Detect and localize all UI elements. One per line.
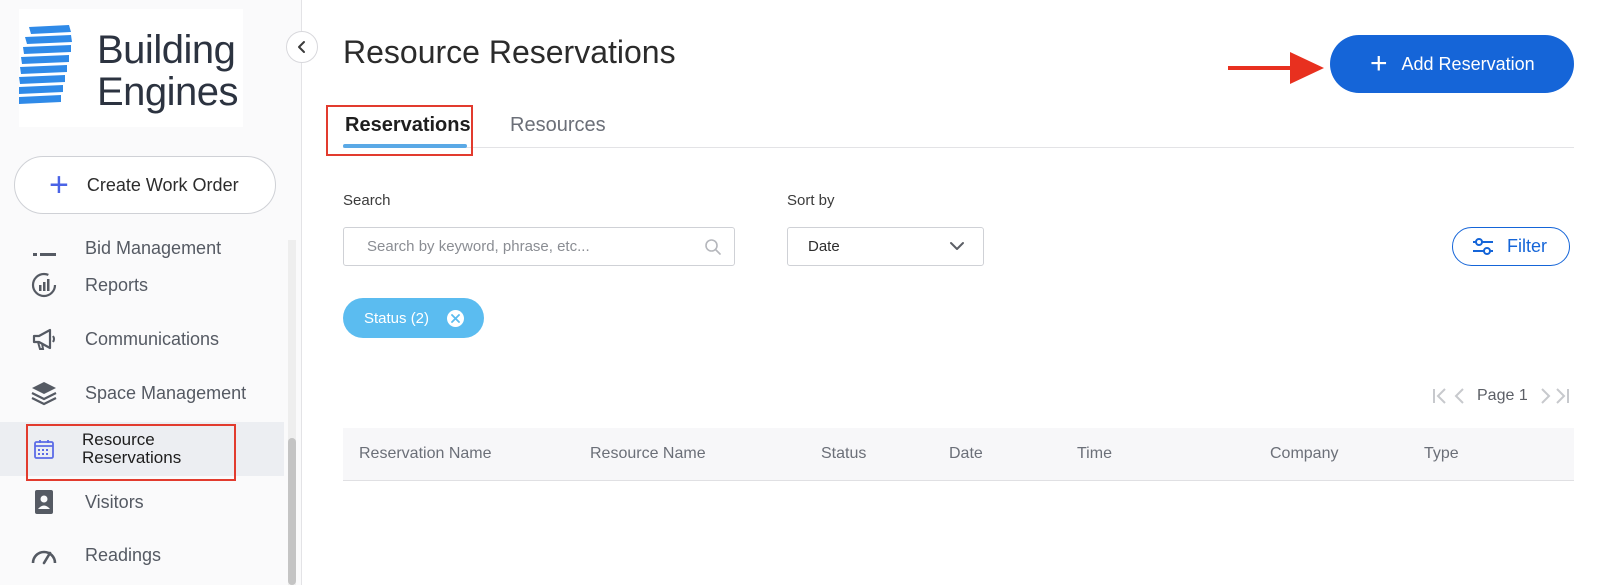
first-page-icon[interactable] [1431,387,1451,405]
scrollbar-thumb[interactable] [288,438,296,585]
sidebar-item-label: Readings [85,544,162,565]
tabs: Reservations Resources [343,100,1574,148]
chart-icon [30,271,58,299]
sidebar-item-communications[interactable]: Communications [0,313,284,365]
sidebar-item-label: Communications [85,328,220,349]
filter-label: Filter [1507,236,1547,256]
building-logo-icon [19,25,72,104]
page-indicator: Page 1 [1477,387,1528,404]
prev-page-icon[interactable] [1453,387,1467,405]
megaphone-icon [30,325,58,353]
layers-icon [30,379,58,407]
sidebar: Building Engines + Create Work Order Bid… [0,0,318,585]
plus-icon: + [1370,47,1388,80]
gauge-icon [30,541,58,569]
logo-text: Building Engines [97,28,239,114]
sidebar-item-visitors[interactable]: Visitors [0,476,284,528]
chip-label: Status (2) [364,309,430,327]
annotation-arrow-icon [1228,52,1324,84]
close-icon[interactable] [447,310,464,327]
search-icon[interactable] [704,238,722,256]
sidebar-item-reports[interactable]: Reports [0,259,284,311]
sidebar-scrollbar[interactable] [288,240,296,585]
add-reservation-label: Add Reservation [1401,53,1535,74]
column-header-date[interactable]: Date [949,445,983,463]
plus-icon: + [49,166,69,204]
building-engines-logo[interactable]: Building Engines [19,9,243,127]
column-header-time[interactable]: Time [1077,445,1112,463]
next-page-icon[interactable] [1538,387,1552,405]
sidebar-item-space-management[interactable]: Space Management [0,367,284,419]
sort-value: Date [808,238,840,255]
column-header-company[interactable]: Company [1270,445,1338,463]
chevron-down-icon [950,242,964,250]
search-label: Search [343,192,391,209]
sidebar-nav: Bid Management Reports Communications Sp… [0,240,284,585]
column-header-status[interactable]: Status [821,445,866,463]
column-header-type[interactable]: Type [1424,445,1459,463]
annotation-highlight-sidebar [26,424,236,481]
last-page-icon[interactable] [1552,387,1572,405]
badge-icon [30,488,58,516]
sidebar-item-readings[interactable]: Readings [0,529,284,581]
tab-label: Resources [510,114,606,136]
create-work-order-button[interactable]: + Create Work Order [14,156,276,214]
sidebar-item-label: Reports [85,274,149,295]
pagination: Page 1 [1431,384,1574,408]
column-header-reservation-name[interactable]: Reservation Name [359,445,492,463]
status-filter-chip[interactable]: Status (2) [343,298,484,338]
annotation-highlight-tab [326,105,473,156]
search-field[interactable] [343,227,735,266]
column-header-resource-name[interactable]: Resource Name [590,445,706,463]
filter-button[interactable]: Filter [1452,227,1570,266]
sort-label: Sort by [787,192,835,209]
create-work-order-label: Create Work Order [86,174,239,195]
search-input[interactable] [367,238,687,255]
sidebar-item-label: Space Management [85,382,247,403]
sliders-icon [1473,237,1493,255]
sort-select[interactable]: Date [787,227,984,266]
sidebar-item-label: Bid Management [85,240,222,258]
page-title: Resource Reservations [343,34,676,70]
sidebar-item-label: Visitors [85,491,144,512]
add-reservation-button[interactable]: + Add Reservation [1330,35,1574,93]
tab-resources[interactable]: Resources [510,114,606,137]
table-header: Reservation Name Resource Name Status Da… [343,428,1574,481]
main-content: Resource Reservations + Add Reservation … [303,0,1600,585]
